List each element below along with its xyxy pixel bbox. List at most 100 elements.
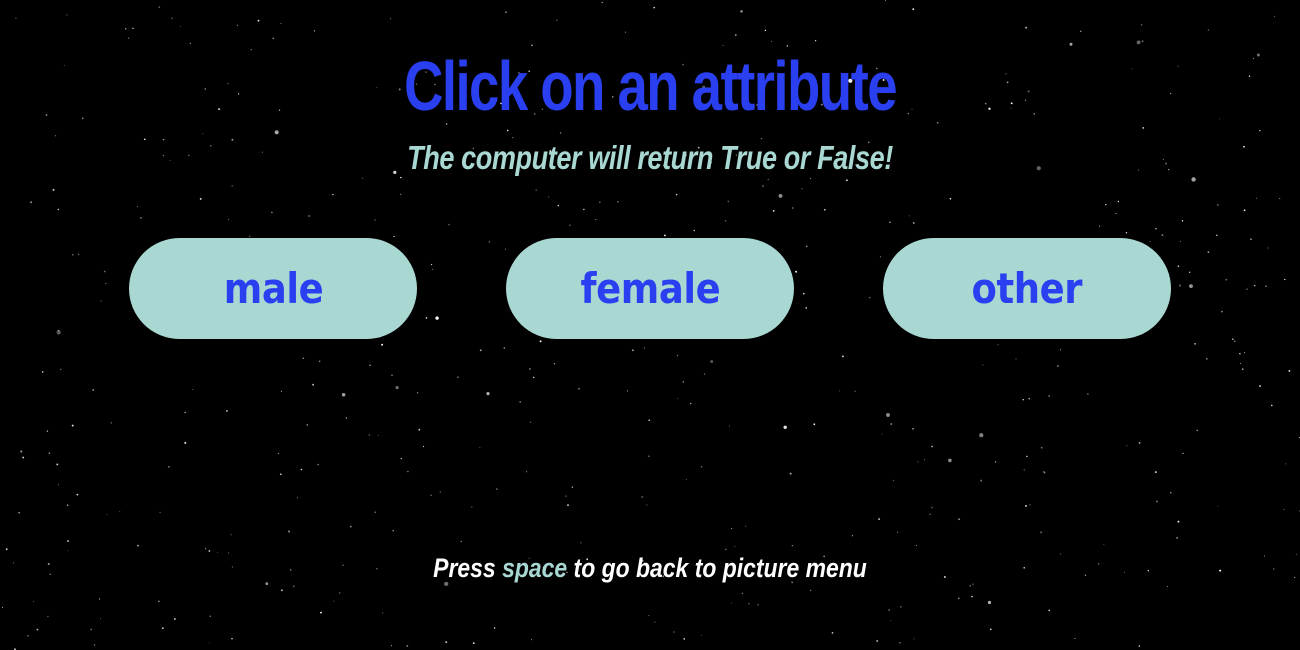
star — [1179, 285, 1181, 287]
star — [553, 363, 556, 365]
star — [908, 215, 910, 217]
star — [179, 26, 181, 27]
star — [119, 511, 121, 512]
female-button[interactable]: female — [506, 238, 794, 339]
star — [748, 602, 750, 605]
star — [813, 423, 816, 426]
star — [1177, 65, 1179, 67]
star — [1259, 129, 1261, 132]
star — [1179, 241, 1181, 242]
star — [1048, 609, 1051, 612]
star — [735, 34, 737, 36]
star — [890, 620, 892, 622]
star — [93, 644, 96, 646]
star — [1256, 53, 1260, 57]
star — [393, 235, 395, 238]
star — [1166, 586, 1168, 587]
star — [58, 484, 59, 486]
star — [313, 30, 316, 32]
star — [886, 413, 890, 417]
star — [529, 421, 532, 423]
star — [1059, 349, 1062, 351]
star — [1250, 238, 1252, 240]
star — [795, 270, 798, 273]
star — [535, 189, 537, 191]
star — [20, 450, 23, 453]
star — [1103, 544, 1105, 545]
star — [900, 606, 902, 608]
star — [1023, 469, 1025, 471]
star — [90, 628, 92, 631]
star — [982, 364, 984, 366]
star — [1182, 452, 1184, 455]
star — [202, 133, 204, 135]
star — [519, 401, 522, 403]
star — [1138, 645, 1141, 647]
star — [1279, 197, 1281, 200]
star — [312, 383, 314, 386]
star — [71, 424, 74, 427]
star — [381, 343, 384, 346]
star — [167, 465, 170, 468]
star — [320, 611, 322, 614]
star — [531, 639, 532, 641]
star — [1219, 569, 1222, 572]
star — [296, 497, 298, 499]
star — [676, 354, 679, 357]
star — [271, 211, 273, 214]
star — [1216, 234, 1218, 237]
star — [369, 364, 371, 366]
star — [280, 22, 282, 24]
star — [493, 627, 496, 629]
star — [460, 540, 462, 543]
star — [838, 390, 840, 392]
star — [1264, 555, 1265, 557]
star — [66, 504, 69, 506]
star — [885, 0, 886, 2]
star — [1141, 40, 1144, 43]
star — [161, 627, 164, 630]
other-button[interactable]: other — [883, 238, 1171, 339]
star — [731, 602, 732, 604]
star — [997, 344, 999, 346]
star — [504, 248, 506, 250]
star — [1194, 342, 1197, 345]
star — [302, 357, 305, 360]
star — [710, 360, 714, 363]
star — [648, 419, 650, 421]
star — [693, 229, 695, 232]
star — [647, 455, 650, 458]
star — [958, 518, 961, 521]
star — [1270, 404, 1273, 407]
star — [231, 185, 233, 187]
star — [132, 27, 134, 29]
game-screen: Click on an attribute The computer will … — [0, 0, 1300, 650]
star — [617, 201, 619, 203]
star — [598, 201, 601, 204]
star — [897, 531, 899, 533]
male-button[interactable]: male — [129, 238, 417, 339]
star — [1074, 638, 1076, 640]
star — [45, 114, 48, 116]
star — [418, 428, 421, 431]
star — [810, 177, 812, 180]
star — [1285, 463, 1287, 465]
star — [762, 185, 764, 187]
star — [392, 529, 394, 532]
star — [889, 221, 891, 224]
star — [184, 411, 186, 414]
star — [1181, 220, 1184, 222]
star — [601, 1, 603, 4]
star — [703, 373, 706, 375]
star — [770, 40, 772, 42]
star — [1140, 23, 1143, 26]
star — [757, 603, 759, 606]
star — [683, 638, 686, 640]
star — [740, 10, 743, 13]
star — [814, 40, 817, 42]
star — [1057, 365, 1059, 367]
star — [272, 37, 275, 40]
star — [654, 621, 656, 623]
star — [389, 18, 392, 20]
star — [1025, 504, 1027, 507]
